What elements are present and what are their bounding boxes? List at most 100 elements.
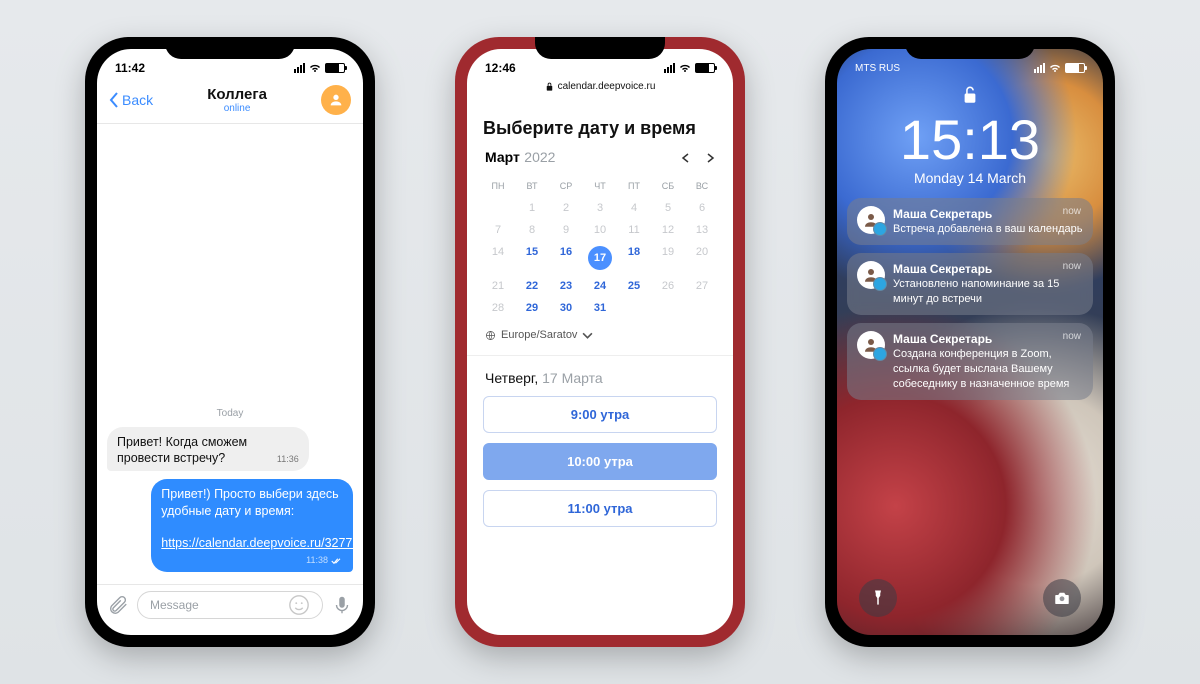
notification-body: Установлено напоминание за 15 минут до в… [893,277,1083,307]
notifications: Маша Секретарь Встреча добавлена в ваш ка… [837,198,1103,400]
calendar-day: 2 [549,197,583,219]
input-placeholder: Message [150,598,199,612]
back-button[interactable]: Back [109,92,153,108]
selected-date: Четверг, 17 Марта [467,356,733,396]
calendar-day: 10 [583,219,617,241]
message-input[interactable]: Message [137,591,323,619]
notification[interactable]: Маша СекретарьВстреча добавлена в ваш ка… [847,198,1093,245]
calendar-day [685,297,719,319]
notification-avatar [857,261,885,289]
calendar-day: 12 [651,219,685,241]
calendar-day[interactable]: 31 [583,297,617,319]
camera-button[interactable] [1043,579,1081,617]
day-of-week-header: ВС [685,175,719,197]
prev-month-button[interactable] [681,153,691,163]
day-of-week-header: СР [549,175,583,197]
message-link[interactable]: https://calendar.deepvoice.ru/327756968/… [161,536,363,550]
signal-icon [664,63,675,73]
avatar[interactable] [321,85,351,115]
chat-status: online [153,103,321,114]
calendar-day: 1 [515,197,549,219]
calendar-day[interactable]: 23 [549,275,583,297]
month-label: Март [485,149,520,165]
calendar-day[interactable]: 30 [549,297,583,319]
calendar-day: 26 [651,275,685,297]
flashlight-button[interactable] [859,579,897,617]
message-time: 11:38 [306,555,343,567]
calendar-day [481,197,515,219]
mic-icon[interactable] [331,594,353,616]
calendar-day[interactable]: 16 [549,241,583,275]
time-slot[interactable]: 10:00 утра [483,443,717,480]
carrier-label: MTS RUS [855,63,900,74]
year-label: 2022 [524,149,555,165]
calendar-day[interactable]: 15 [515,241,549,275]
checkmark-icon [331,557,343,565]
battery-icon [325,63,345,73]
chat-name: Коллега [153,86,321,103]
camera-icon [1053,589,1071,607]
wifi-icon [1049,62,1061,74]
back-label: Back [122,92,153,108]
calendar-day[interactable]: 22 [515,275,549,297]
lock-date: Monday 14 March [837,170,1103,186]
calendar-day: 6 [685,197,719,219]
calendar-day[interactable]: 18 [617,241,651,275]
calendar-day: 7 [481,219,515,241]
calendar-day: 20 [685,241,719,275]
lock-icon [837,85,1103,110]
message-outgoing[interactable]: Привет!) Просто выбери здесь удобные дат… [151,479,353,572]
calendar-day [617,297,651,319]
message-incoming[interactable]: Привет! Когда сможем провести встречу? 1… [107,427,309,472]
calendar-day: 11 [617,219,651,241]
signal-icon [1034,63,1045,73]
notification-avatar [857,206,885,234]
calendar-day[interactable]: 24 [583,275,617,297]
calendar-day: 27 [685,275,719,297]
notification-time: now [1063,331,1081,342]
calendar-day[interactable]: 29 [515,297,549,319]
day-divider: Today [107,408,353,419]
day-of-week-header: ВТ [515,175,549,197]
calendar-day[interactable]: 17 [583,241,617,275]
chevron-down-icon [582,330,593,341]
attach-icon[interactable] [107,594,129,616]
day-of-week-header: СБ [651,175,685,197]
lock-icon [545,81,554,92]
calendar-day: 8 [515,219,549,241]
calendar-day: 4 [617,197,651,219]
time-slot[interactable]: 11:00 утра [483,490,717,527]
wifi-icon [309,62,321,74]
wifi-icon [679,62,691,74]
chat-input-bar: Message [97,584,363,625]
timezone-select[interactable]: Europe/Saratov [467,319,733,356]
notification-body: Встреча добавлена в ваш календарь [893,222,1083,237]
calendar-day: 28 [481,297,515,319]
url-text: calendar.deepvoice.ru [558,81,656,92]
battery-icon [1065,63,1085,73]
timezone-label: Europe/Saratov [501,329,577,341]
notification[interactable]: Маша СекретарьСоздана конференция в Zoom… [847,323,1093,400]
message-time: 11:36 [277,454,299,466]
time-slot[interactable]: 9:00 утра [483,396,717,433]
notification-time: now [1063,206,1081,217]
notification-time: now [1063,261,1081,272]
notification-title: Маша Секретарь [893,331,1083,347]
calendar-day: 21 [481,275,515,297]
calendar-day: 13 [685,219,719,241]
notification[interactable]: Маша СекретарьУстановлено напоминание за… [847,253,1093,315]
calendar-day: 5 [651,197,685,219]
day-of-week-header: ПН [481,175,515,197]
flashlight-icon [869,589,887,607]
chevron-left-icon [109,92,119,108]
notification-title: Маша Секретарь [893,261,1083,277]
sticker-icon[interactable] [288,594,310,616]
status-time: 12:46 [485,61,516,75]
next-month-button[interactable] [705,153,715,163]
message-text: Привет!) Просто выбери здесь удобные дат… [161,487,338,517]
calendar-day[interactable]: 25 [617,275,651,297]
signal-icon [294,63,305,73]
notification-body: Создана конференция в Zoom, ссылка будет… [893,347,1083,392]
calendar-grid: ПНВТСРЧТПТСБВС12345678910111213141516171… [467,175,733,319]
browser-url[interactable]: calendar.deepvoice.ru [467,81,733,92]
